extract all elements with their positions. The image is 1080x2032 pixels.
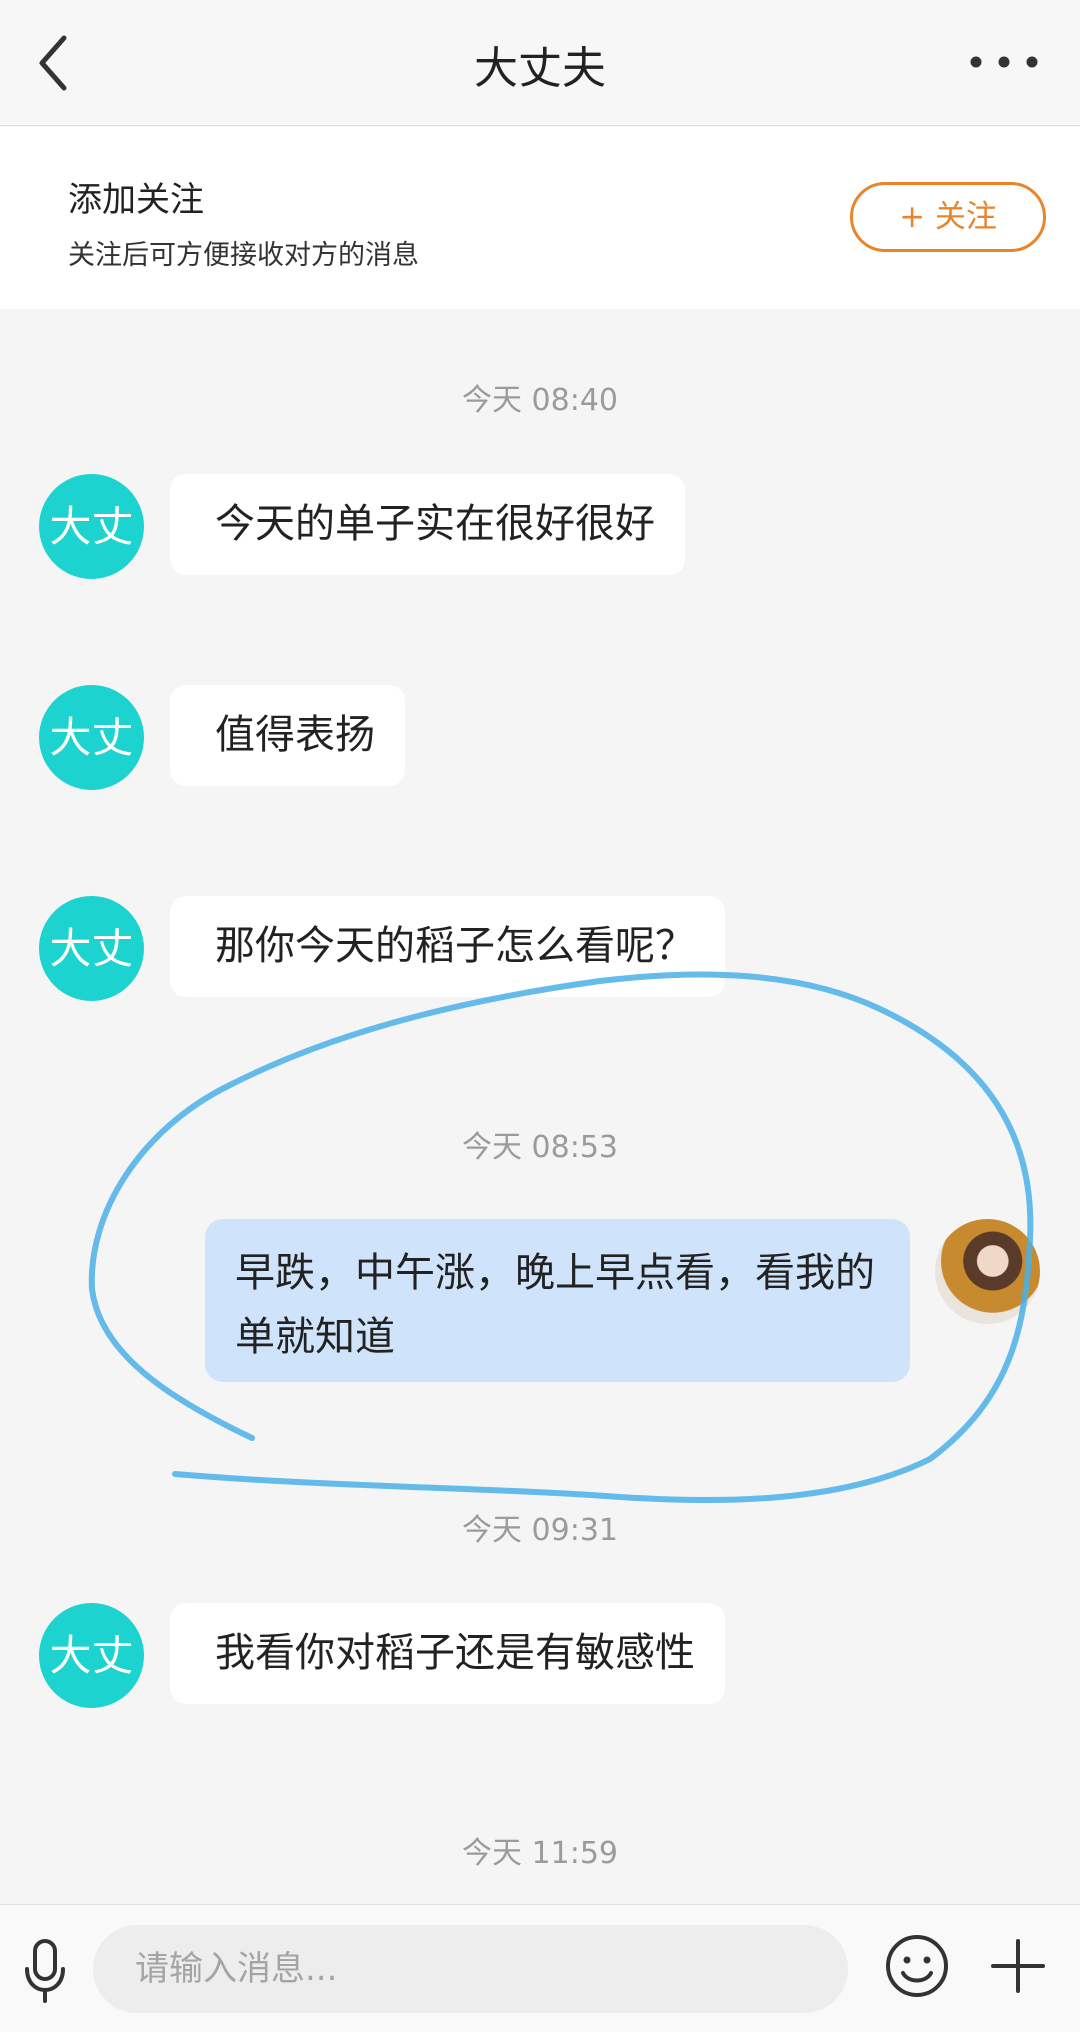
- chat-message-list[interactable]: 今天 08:40 大丈 今天的单子实在很好很好 大丈 值得表扬 大丈 那你今天的…: [0, 309, 1080, 1904]
- contact-avatar[interactable]: 大丈: [39, 1603, 144, 1708]
- plus-icon: [991, 1939, 1045, 1993]
- timestamp: 今天 09:31: [462, 1513, 618, 1548]
- incoming-message-bubble[interactable]: 今天的单子实在很好很好: [170, 474, 685, 575]
- user-avatar[interactable]: [935, 1219, 1040, 1324]
- timestamp: 今天 08:53: [462, 1130, 618, 1165]
- timestamp: 今天 08:40: [462, 383, 618, 418]
- voice-input-button[interactable]: [20, 1935, 70, 2005]
- more-horizontal-icon: [970, 56, 1038, 68]
- follow-button[interactable]: + 关注: [850, 182, 1046, 252]
- smiley-icon: [886, 1935, 948, 1997]
- timestamp: 今天 11:59: [462, 1836, 618, 1871]
- message-input[interactable]: [93, 1925, 848, 2013]
- microphone-icon: [25, 1939, 65, 2003]
- contact-avatar[interactable]: 大丈: [39, 685, 144, 790]
- top-navigation-bar: 大丈夫: [0, 0, 1080, 126]
- incoming-message-bubble[interactable]: 我看你对稻子还是有敏感性: [170, 1603, 725, 1704]
- follow-prompt-title: 添加关注: [68, 180, 204, 220]
- contact-avatar[interactable]: 大丈: [39, 474, 144, 579]
- contact-avatar[interactable]: 大丈: [39, 896, 144, 1001]
- follow-prompt-subtitle: 关注后可方便接收对方的消息: [68, 240, 419, 271]
- follow-prompt-banner: 添加关注 关注后可方便接收对方的消息 + 关注: [0, 127, 1080, 309]
- chat-title: 大丈夫: [474, 43, 606, 94]
- more-actions-button[interactable]: [988, 1933, 1048, 1999]
- emoji-button[interactable]: [884, 1933, 950, 1999]
- more-options-button[interactable]: [964, 40, 1044, 84]
- incoming-message-bubble[interactable]: 那你今天的稻子怎么看呢？: [170, 896, 725, 997]
- incoming-message-bubble[interactable]: 值得表扬: [170, 685, 405, 786]
- message-input-bar: [0, 1904, 1080, 2032]
- outgoing-message-bubble[interactable]: 早跌，中午涨，晚上早点看，看我的单就知道: [205, 1219, 910, 1382]
